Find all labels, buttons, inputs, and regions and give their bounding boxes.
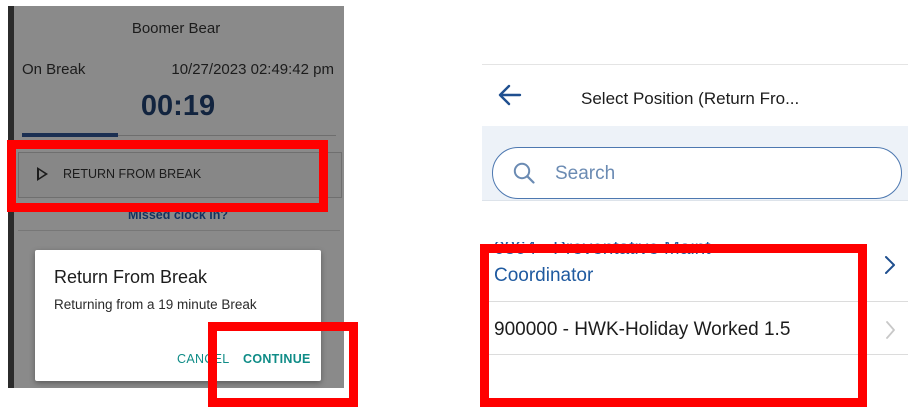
highlight-return-button [7, 140, 328, 212]
chevron-right-icon[interactable] [884, 319, 897, 341]
search-input[interactable]: Search [492, 147, 902, 199]
status-label: On Break [22, 61, 86, 78]
back-arrow-icon[interactable] [498, 84, 522, 106]
progress-bar-track [118, 135, 336, 136]
search-icon [513, 162, 535, 184]
progress-bar-fill [22, 133, 118, 137]
datetime-label: 10/27/2023 02:49:42 pm [171, 61, 334, 78]
dialog-message: Returning from a 19 minute Break [54, 297, 257, 312]
chevron-right-icon[interactable] [883, 254, 897, 276]
page-title: Select Position (Return Fro... [581, 89, 800, 108]
divider [18, 230, 340, 231]
highlight-continue-button [208, 322, 358, 407]
dialog-title: Return From Break [54, 267, 208, 287]
search-placeholder: Search [555, 163, 616, 184]
break-timer: 00:19 [140, 90, 216, 122]
top-divider [482, 64, 908, 65]
highlight-position-list [480, 244, 867, 407]
divider [482, 200, 908, 201]
employee-name: Boomer Bear [131, 20, 221, 37]
